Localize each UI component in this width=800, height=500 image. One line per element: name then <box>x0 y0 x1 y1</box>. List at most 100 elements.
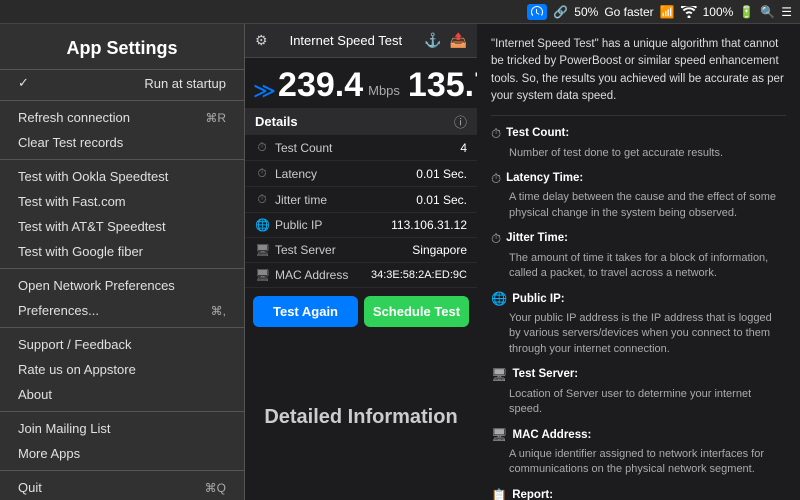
menu-item-quit[interactable]: Quit ⌘Q <box>0 475 244 500</box>
battery-percentage: 50% <box>574 5 598 19</box>
test-count-icon: ⏱ <box>255 140 269 155</box>
menu-item-clear-records[interactable]: Clear Test records <box>0 130 244 155</box>
detail-row-jitter: ⏱ Jitter time 0.01 Sec. <box>245 187 477 213</box>
latency-label: Latency <box>275 167 317 181</box>
jitter-label: Jitter time <box>275 193 327 207</box>
center-topbar-title: Internet Speed Test <box>290 33 403 48</box>
detail-row-latency: ⏱ Latency 0.01 Sec. <box>245 161 477 187</box>
public-ip-label: Public IP <box>275 218 322 232</box>
menu-icon[interactable]: ☰ <box>781 5 792 19</box>
share-icon[interactable]: 📤 <box>450 32 467 49</box>
details-info-icon[interactable]: ⓘ <box>454 112 467 131</box>
right-section-jitter: ⏱ Jitter Time: The amount of time it tak… <box>491 229 786 281</box>
download-speed-value: 239.4 <box>278 68 363 102</box>
right-section-latency: ⏱ Latency Time: A time delay between the… <box>491 169 786 221</box>
battery-full-text: 100% <box>703 5 734 19</box>
speed-display: ≫ 239.4 Mbps 135.7 ≫ <box>245 58 477 108</box>
detail-row-test-server: 🖥 Test Server Singapore <box>245 238 477 263</box>
jitter-value: 0.01 Sec. <box>416 193 467 207</box>
sidebar: App Settings Run at startup Refresh conn… <box>0 24 245 500</box>
right-section-server: 🖥 Test Server: Location of Server user t… <box>491 365 786 417</box>
anchor-icon[interactable]: ⚓ <box>424 32 441 49</box>
menu-item-preferences[interactable]: Preferences... ⌘, <box>0 298 244 323</box>
right-public-ip-title: Public IP: <box>512 291 564 308</box>
right-section-public-ip: 🌐 Public IP: Your public IP address is t… <box>491 289 786 357</box>
separator-6 <box>0 470 244 471</box>
right-panel-separator <box>491 115 786 116</box>
test-server-label: Test Server <box>275 243 336 257</box>
menu-item-att[interactable]: Test with AT&T Speedtest <box>0 214 244 239</box>
center-topbar: ⚙ Internet Speed Test ⚓ 📤 <box>245 24 477 58</box>
menu-item-more-apps[interactable]: More Apps <box>0 441 244 466</box>
mac-label: MAC Address <box>275 268 348 282</box>
detail-row-public-ip: 🌐 Public IP 113.106.31.12 <box>245 213 477 238</box>
signal-icon: 📶 <box>660 5 675 19</box>
right-server-title: Test Server: <box>513 366 579 383</box>
separator-1 <box>0 100 244 101</box>
public-ip-icon: 🌐 <box>255 218 269 232</box>
menu-item-network-prefs[interactable]: Open Network Preferences <box>0 273 244 298</box>
right-server-text: Location of Server user to determine you… <box>491 387 786 418</box>
details-header: Details ⓘ <box>245 108 477 135</box>
link-icon[interactable]: 🔗 <box>553 5 568 19</box>
right-latency-icon: ⏱ <box>491 169 501 189</box>
latency-icon: ⏱ <box>255 166 269 181</box>
detailed-info-label: Detailed Information <box>245 335 477 500</box>
schedule-test-button[interactable]: Schedule Test <box>364 296 469 327</box>
menu-item-run-at-startup[interactable]: Run at startup <box>0 70 244 96</box>
speed-unit: Mbps <box>368 83 400 98</box>
right-section-report: 📋 Report: Get record of different speed … <box>491 486 786 500</box>
test-server-value: Singapore <box>412 243 467 257</box>
right-public-ip-icon: 🌐 <box>491 289 507 309</box>
mac-value: 34:3E:58:2A:ED:9C <box>371 269 467 281</box>
topbar-icons: ⚓ 📤 <box>424 32 467 49</box>
gear-icon[interactable]: ⚙ <box>255 32 268 49</box>
public-ip-value: 113.106.31.12 <box>391 218 467 232</box>
latency-value: 0.01 Sec. <box>416 167 467 181</box>
right-panel-intro: "Internet Speed Test" has a unique algor… <box>491 36 786 105</box>
separator-4 <box>0 327 244 328</box>
right-public-ip-text: Your public IP address is the IP address… <box>491 311 786 357</box>
main-container: App Settings Run at startup Refresh conn… <box>0 24 800 500</box>
right-jitter-title: Jitter Time: <box>506 230 568 247</box>
menu-item-refresh[interactable]: Refresh connection ⌘R <box>0 105 244 130</box>
right-latency-text: A time delay between the cause and the e… <box>491 190 786 221</box>
jitter-icon: ⏱ <box>255 192 269 207</box>
right-report-icon: 📋 <box>491 486 507 500</box>
test-again-button[interactable]: Test Again <box>253 296 358 327</box>
right-report-title: Report: <box>512 487 553 500</box>
right-panel: "Internet Speed Test" has a unique algor… <box>477 24 800 500</box>
details-label: Details <box>255 114 298 129</box>
separator-3 <box>0 268 244 269</box>
menu-item-mailing[interactable]: Join Mailing List <box>0 416 244 441</box>
right-test-count-title: Test Count: <box>506 125 569 142</box>
menu-item-ookla[interactable]: Test with Ookla Speedtest <box>0 164 244 189</box>
menu-item-fast[interactable]: Test with Fast.com <box>0 189 244 214</box>
right-mac-text: A unique identifier assigned to network … <box>491 447 786 478</box>
go-faster-text[interactable]: Go faster <box>604 5 653 19</box>
test-count-value: 4 <box>460 141 467 155</box>
right-mac-icon: 🖥 <box>491 425 508 445</box>
wifi-icon <box>681 6 697 18</box>
detail-row-mac: 🖥 MAC Address 34:3E:58:2A:ED:9C <box>245 263 477 288</box>
right-latency-title: Latency Time: <box>506 170 583 187</box>
right-test-count-icon: ⏱ <box>491 124 501 144</box>
detail-row-test-count: ⏱ Test Count 4 <box>245 135 477 161</box>
right-test-count-text: Number of test done to get accurate resu… <box>491 146 786 161</box>
menu-item-about[interactable]: About <box>0 382 244 407</box>
sidebar-title: App Settings <box>0 24 244 70</box>
separator-2 <box>0 159 244 160</box>
right-section-mac: 🖥 MAC Address: A unique identifier assig… <box>491 425 786 477</box>
download-speed-display: ≫ 239.4 Mbps <box>253 68 400 102</box>
action-buttons: Test Again Schedule Test <box>245 288 477 335</box>
menu-bar: 🔗 50% Go faster 📶 100% 🔋 🔍 ☰ <box>0 0 800 24</box>
right-jitter-icon: ⏱ <box>491 229 501 249</box>
menu-item-rate[interactable]: Rate us on Appstore <box>0 357 244 382</box>
separator-5 <box>0 411 244 412</box>
battery-icon: 🔋 <box>739 5 754 19</box>
search-icon[interactable]: 🔍 <box>760 5 775 19</box>
menu-item-support[interactable]: Support / Feedback <box>0 332 244 357</box>
right-section-test-count: ⏱ Test Count: Number of test done to get… <box>491 124 786 161</box>
speed-app-icon[interactable] <box>527 4 547 20</box>
menu-item-google[interactable]: Test with Google fiber <box>0 239 244 264</box>
